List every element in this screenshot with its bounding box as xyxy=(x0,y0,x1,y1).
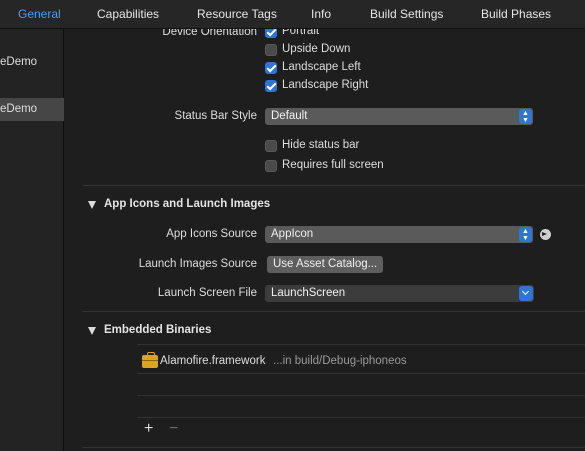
upside-down-label: Upside Down xyxy=(282,43,351,55)
editor-tab-bar: General Capabilities Resource Tags Info … xyxy=(0,0,585,29)
app-icons-source-label: App Icons Source xyxy=(166,228,257,240)
section-divider xyxy=(83,185,585,186)
general-settings-panel: Device Orientation Portrait Upside Down … xyxy=(65,29,585,451)
tab-capabilities[interactable]: Capabilities xyxy=(97,7,159,21)
tab-general[interactable]: General xyxy=(18,7,61,21)
remove-binary-button[interactable]: − xyxy=(169,421,178,437)
add-binary-button[interactable]: + xyxy=(144,421,153,437)
table-row[interactable]: Alamofire.framework ...in build/Debug-ip… xyxy=(137,345,585,373)
tab-resource-tags[interactable]: Resource Tags xyxy=(197,7,277,21)
portrait-checkbox[interactable] xyxy=(265,29,277,38)
sidebar-item-label: eDemo xyxy=(0,56,38,68)
disclosure-triangle-icon[interactable] xyxy=(88,327,96,335)
status-bar-style-value: Default xyxy=(271,110,308,122)
table-row-divider xyxy=(137,395,585,396)
status-bar-style-label: Status Bar Style xyxy=(174,110,257,122)
tab-build-settings[interactable]: Build Settings xyxy=(370,7,443,21)
popup-arrows-icon: ▲ ▼ xyxy=(519,227,532,242)
landscape-left-label: Landscape Left xyxy=(282,61,361,73)
use-asset-catalog-button[interactable]: Use Asset Catalog... xyxy=(267,256,384,273)
sidebar-item-project[interactable]: eDemo xyxy=(0,51,64,74)
go-to-asset-icon[interactable] xyxy=(540,229,551,240)
upside-down-checkbox[interactable] xyxy=(265,44,277,56)
hide-status-bar-checkbox[interactable] xyxy=(265,140,277,152)
table-row-divider xyxy=(137,417,585,418)
tab-build-phases[interactable]: Build Phases xyxy=(481,7,551,21)
hide-status-bar-label: Hide status bar xyxy=(282,139,360,151)
table-row-divider xyxy=(137,373,585,374)
launch-images-source-label: Launch Images Source xyxy=(138,258,257,270)
launch-screen-file-label: Launch Screen File xyxy=(157,287,257,299)
section-divider xyxy=(83,311,585,312)
framework-name: Alamofire.framework xyxy=(160,355,266,367)
device-orientation-label: Device Orientation xyxy=(162,29,257,38)
launch-screen-file-value: LaunchScreen xyxy=(271,287,346,299)
sidebar-item-label: eDemo xyxy=(0,103,38,115)
status-bar-style-popup[interactable]: Default ▲ ▼ xyxy=(265,108,533,125)
landscape-right-label: Landscape Right xyxy=(282,79,369,91)
embedded-binaries-section-header[interactable]: Embedded Binaries xyxy=(104,324,211,336)
framework-toolbox-icon xyxy=(142,352,158,368)
tab-info[interactable]: Info xyxy=(311,7,331,21)
app-icons-section-header[interactable]: App Icons and Launch Images xyxy=(104,198,270,210)
requires-full-screen-label: Requires full screen xyxy=(282,159,384,171)
portrait-label: Portrait xyxy=(282,29,320,37)
chevron-down-icon[interactable] xyxy=(519,286,533,301)
popup-arrows-icon: ▲ ▼ xyxy=(519,109,532,124)
launch-screen-file-combobox[interactable]: LaunchScreen xyxy=(265,285,534,302)
landscape-right-checkbox[interactable] xyxy=(265,80,277,92)
app-icons-source-popup[interactable]: AppIcon ▲ ▼ xyxy=(265,226,533,243)
targets-sidebar: eDemo eDemo xyxy=(0,29,64,451)
landscape-left-checkbox[interactable] xyxy=(265,62,277,74)
section-divider xyxy=(83,447,585,448)
disclosure-triangle-icon[interactable] xyxy=(88,201,96,209)
sidebar-item-target[interactable]: eDemo xyxy=(0,98,64,121)
requires-full-screen-checkbox[interactable] xyxy=(265,160,277,172)
app-icons-source-value: AppIcon xyxy=(271,228,314,240)
framework-path: ...in build/Debug-iphoneos xyxy=(273,355,407,367)
